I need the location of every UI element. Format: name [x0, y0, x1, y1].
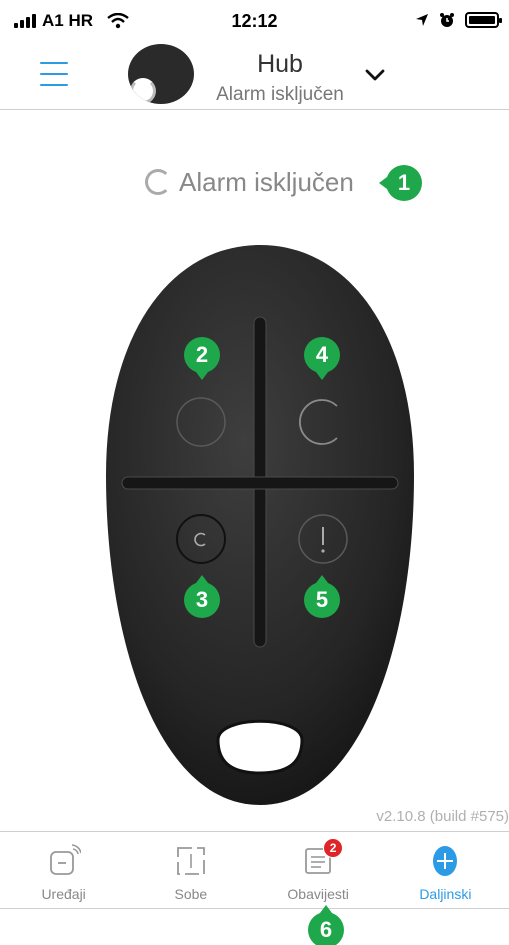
battery-icon — [465, 12, 502, 28]
loading-spinner-icon — [130, 78, 156, 104]
app-version: v2.10.8 (build #575) — [376, 808, 509, 825]
app-header: Hub Alarm isključen — [0, 44, 509, 110]
hub-status-subtitle: Alarm isključen — [216, 84, 344, 105]
keyfob-panic-button[interactable] — [297, 513, 349, 565]
keyfob-arm-button[interactable] — [175, 396, 227, 448]
remote-control-icon — [433, 846, 458, 876]
device-icon — [49, 844, 82, 875]
room-icon — [176, 847, 205, 875]
alarm-status: Alarm isključen — [145, 167, 354, 197]
tab-label: Sobe — [174, 886, 208, 902]
tab-label: Obavijesti — [287, 886, 349, 902]
tab-label: Uređaji — [41, 886, 86, 902]
hub-avatar[interactable] — [128, 44, 194, 104]
notification-count-badge: 2 — [323, 838, 344, 858]
hub-title[interactable]: Hub — [205, 50, 355, 79]
keyfob-night-mode-button[interactable] — [297, 396, 349, 448]
remote-control-panel: Alarm isključen 1 2 4 3 5 v2.10.8 (build… — [0, 111, 509, 831]
hamburger-menu-icon[interactable] — [40, 62, 68, 86]
status-bar: A1 HR 12:12 — [0, 0, 509, 44]
keyfob-disarm-button[interactable] — [175, 513, 227, 565]
bottom-tab-bar: Uređaji Sobe 2 Obavijesti Daljinski — [0, 831, 509, 909]
callout-badge: 6 — [308, 905, 344, 945]
callout-badge: 2 — [184, 337, 220, 380]
tab-remote-control[interactable]: Daljinski — [382, 832, 509, 908]
tab-label: Daljinski — [419, 886, 472, 902]
tab-devices[interactable]: Uređaji — [0, 832, 127, 908]
callout-badge: 3 — [184, 575, 220, 618]
tab-rooms[interactable]: Sobe — [127, 832, 254, 908]
callout-badge: 1 — [379, 165, 422, 201]
location-icon — [416, 14, 428, 26]
spacecontrol-keyfob — [106, 245, 414, 805]
alarm-status-label: Alarm isključen — [179, 166, 354, 197]
callout-badge: 5 — [304, 575, 340, 618]
tab-notifications[interactable]: 2 Obavijesti — [255, 832, 382, 908]
callout-badge: 4 — [304, 337, 340, 380]
chevron-down-icon[interactable] — [364, 64, 386, 86]
alarm-clock-icon — [440, 13, 454, 27]
loading-spinner-icon — [145, 169, 171, 195]
